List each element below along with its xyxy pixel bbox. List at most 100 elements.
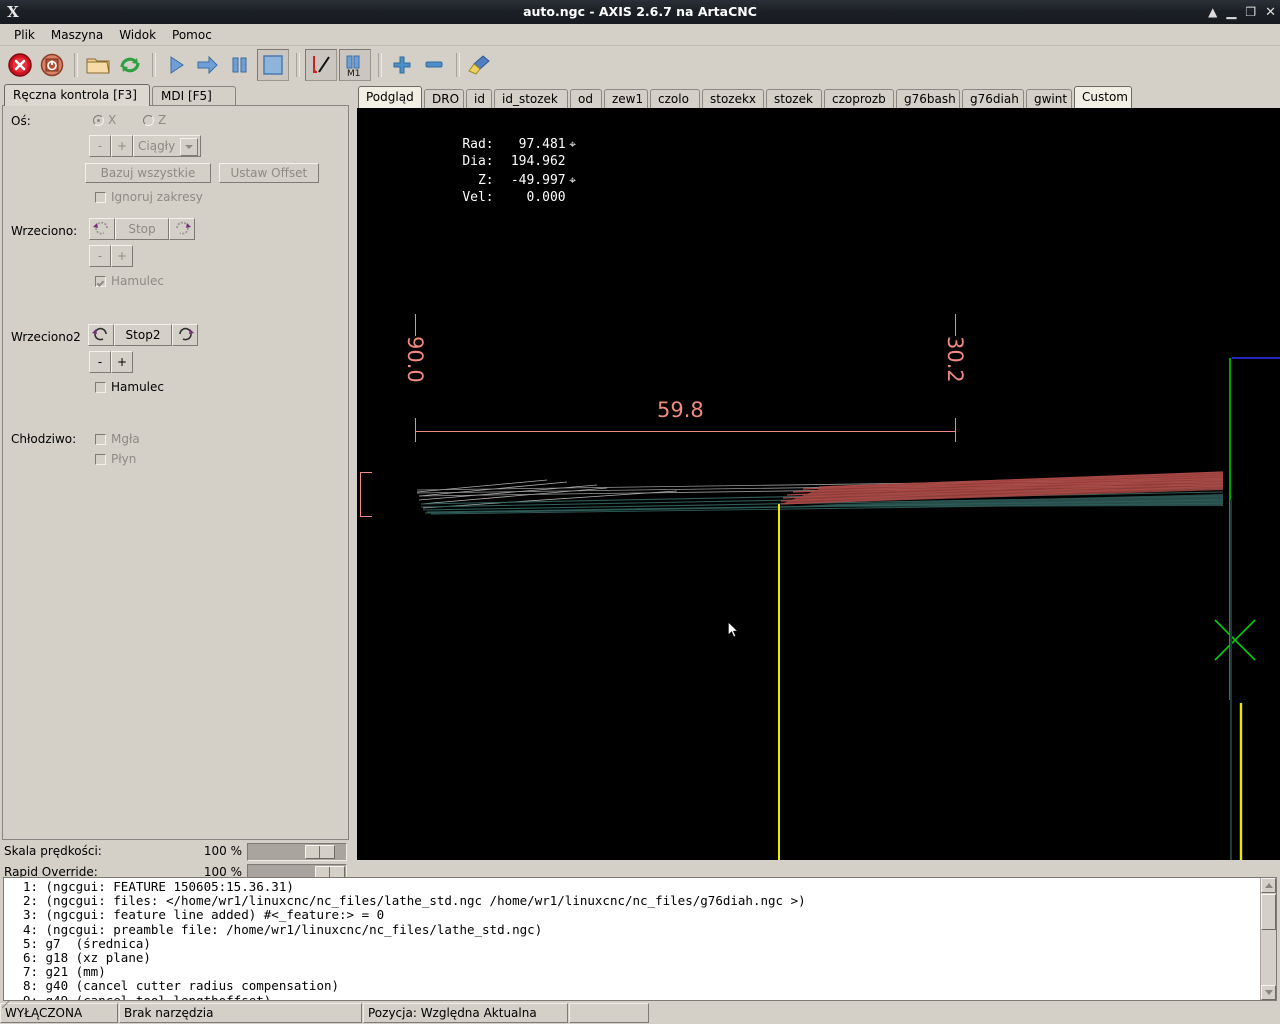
jog-minus-button[interactable]: - [89, 135, 111, 157]
left-control-panel: Ręczna kontrola [F3] MDI [F5] Oś: X Z - +… [0, 84, 352, 945]
window-title: auto.ngc - AXIS 2.6.7 na ArtaCNC [523, 4, 757, 19]
spindle1-plus-button[interactable]: + [111, 245, 133, 267]
tab-custom[interactable]: Custom [1074, 86, 1132, 108]
gcode-line: 4: (ngcgui: preamble file: /home/wr1/lin… [4, 921, 1252, 937]
home-all-button[interactable]: Bazuj wszystkie [85, 163, 211, 183]
gcode-line-number: 7: [22, 964, 38, 980]
optional-stop-button[interactable]: M1 [339, 49, 371, 81]
tab-stozekx[interactable]: stozekx [702, 89, 764, 108]
step-program-button[interactable] [193, 50, 223, 80]
minimize-window-icon[interactable]: ▁ [1226, 6, 1236, 19]
tab-zew1[interactable]: zew1 [604, 89, 648, 108]
tab-g76diah[interactable]: g76diah [962, 89, 1024, 108]
title-bar: X auto.ngc - AXIS 2.6.7 na ArtaCNC ▲ ▁ ❐… [0, 0, 1280, 24]
gcode-line-number: 4: [22, 921, 38, 937]
axis-radio-z[interactable]: Z [143, 113, 166, 127]
tab-g76bash[interactable]: g76bash [896, 89, 960, 108]
coolant-label: Chłodziwo: [11, 432, 77, 446]
menu-item-maszyna[interactable]: Maszyna [43, 26, 111, 44]
gcode-line-text: (ngcgui: preamble file: /home/wr1/linuxc… [45, 921, 543, 937]
gcode-line-text: g49 (cancel tool lengthoffset) [45, 992, 272, 1001]
tab-manual-control[interactable]: Ręczna kontrola [F3] [4, 84, 150, 106]
tab-mdi[interactable]: MDI [F5] [152, 86, 236, 106]
coolant-flood-checkbox[interactable]: Płyn [95, 452, 136, 466]
set-offset-button[interactable]: Ustaw Offset [218, 163, 319, 183]
menu-item-widok[interactable]: Widok [111, 26, 164, 44]
jog-plus-button[interactable]: + [111, 135, 133, 157]
tab-id[interactable]: id [466, 89, 492, 108]
scrollbar-thumb[interactable] [1261, 894, 1276, 930]
spindle2-label: Wrzeciono2 [11, 330, 81, 344]
spindle-cw-icon[interactable] [169, 218, 195, 240]
close-window-icon[interactable]: ✕ [1265, 6, 1276, 19]
spindle2-ccw-icon[interactable] [88, 324, 114, 346]
spindle2-minus-button[interactable]: - [89, 351, 111, 373]
ignore-limits-checkbox[interactable]: Ignoruj zakresy [95, 190, 203, 204]
gcode-scrollbar[interactable] [1260, 878, 1276, 1000]
spindle2-plus-button[interactable]: + [111, 351, 133, 373]
gcode-listing-pane[interactable]: 1: (ngcgui: FEATURE 150605:15.36.31) 2: … [3, 877, 1277, 1001]
tab-dro[interactable]: DRO [424, 89, 464, 108]
zoom-out-button[interactable] [419, 50, 449, 80]
tab-id-stozek[interactable]: id_stozek [494, 89, 568, 108]
tab-od[interactable]: od [570, 89, 602, 108]
toolbar-separator-2 [152, 53, 156, 77]
tab-gwint[interactable]: gwint [1026, 89, 1072, 108]
axis-radio-x[interactable]: X [93, 113, 116, 127]
status-tool: Brak narzędzia [119, 1003, 362, 1023]
run-program-button[interactable] [161, 50, 191, 80]
radio-z-indicator [143, 114, 154, 126]
tab-stozek[interactable]: stozek [766, 89, 822, 108]
gcode-line-text: (ngcgui: feature line added) #<_feature:… [45, 907, 385, 923]
maximize-window-icon[interactable]: ❐ [1245, 5, 1256, 19]
spindle2-cw-icon[interactable] [172, 324, 198, 346]
coolant-mist-checkbox[interactable]: Mgła [95, 432, 140, 446]
spindle2-brake-box [95, 381, 106, 393]
tab-czoprozb[interactable]: czoprozb [824, 89, 894, 108]
gcode-line-text: g40 (cancel cutter radius compensation) [45, 978, 340, 994]
manual-control-body: Oś: X Z - + Ciągły Bazuj wszystkie Ustaw O… [2, 105, 349, 840]
main-toolbar: M1 [0, 46, 1280, 84]
spindle2-stop-button[interactable]: Stop2 [114, 324, 172, 346]
coolant-flood-label: Płyn [111, 452, 137, 466]
spindle1-minus-button[interactable]: - [89, 245, 111, 267]
spindle1-stop-button[interactable]: Stop [115, 218, 169, 240]
scroll-up-icon[interactable] [1261, 878, 1276, 893]
toolbar-separator-3 [296, 53, 300, 77]
clear-backplot-button[interactable] [465, 50, 495, 80]
shade-window-icon[interactable]: ▲ [1208, 5, 1217, 19]
menu-item-plik[interactable]: Plik [6, 26, 43, 44]
estop-toggle-button[interactable] [5, 50, 35, 80]
toolbar-separator-1 [74, 53, 78, 77]
jog-mode-select[interactable]: Ciągły [133, 135, 201, 157]
tab-czolo[interactable]: czolo [650, 89, 700, 108]
feed-override-value: 100 % [203, 844, 242, 858]
gcode-line-text: g7 (średnica) [45, 935, 151, 951]
axis-radio-z-label: Z [158, 113, 167, 127]
menu-item-pomoc[interactable]: Pomoc [164, 26, 220, 44]
toggle-skip-lines-button[interactable] [305, 49, 337, 81]
tab-podglad[interactable]: Podgląd [358, 86, 422, 108]
preview-canvas[interactable]: Rad: 97.481 ⌖ Dia: 194.962 Z: -49.997 ⌖ Vel: 0… [357, 108, 1280, 860]
left-tab-bar: Ręczna kontrola [F3] MDI [F5] [0, 84, 352, 106]
gcode-line-text: g21 (mm) [45, 964, 106, 980]
feed-override-thumb[interactable] [305, 845, 335, 859]
toolbar-separator-4 [378, 53, 382, 77]
gcode-line-number: 8: [22, 978, 38, 994]
gcode-line: 7: g21 (mm) [4, 964, 1252, 980]
feed-override-slider[interactable] [247, 843, 347, 861]
scroll-down-icon[interactable] [1261, 985, 1276, 1000]
spindle2-brake-checkbox[interactable]: Hamulec [95, 380, 164, 394]
feed-override-label: Skala prędkości: [4, 844, 102, 858]
zoom-in-button[interactable] [387, 50, 417, 80]
resize-grip-icon[interactable] [2, 1001, 10, 1009]
gcode-line: 6: g18 (xz plane) [4, 950, 1252, 965]
reload-file-button[interactable] [115, 50, 145, 80]
spindle1-brake-checkbox[interactable]: Hamulec [95, 274, 164, 288]
pause-program-button[interactable] [225, 50, 255, 80]
stop-program-button[interactable] [257, 49, 289, 81]
spindle-ccw-icon[interactable] [89, 218, 115, 240]
machine-power-button[interactable] [37, 50, 67, 80]
toolpath-geometry [416, 357, 1280, 860]
open-file-button[interactable] [83, 50, 113, 80]
